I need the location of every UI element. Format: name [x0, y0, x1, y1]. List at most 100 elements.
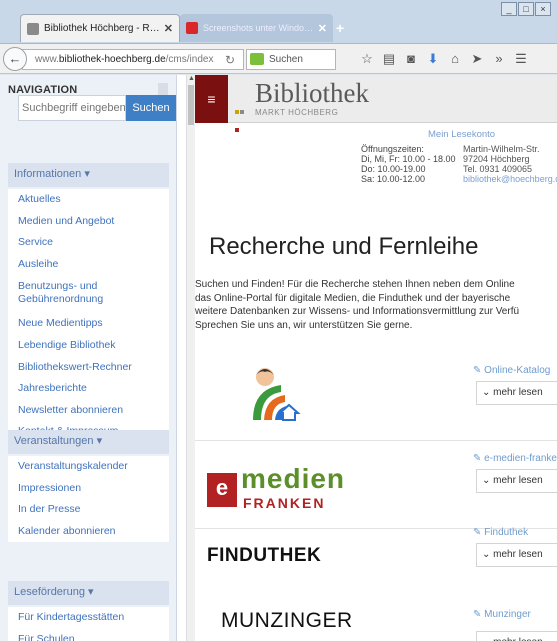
- back-button[interactable]: ←: [3, 47, 27, 71]
- main-content: ≡ Bibliothek MARKT HÖCHBERG Mein Lesekon…: [195, 75, 557, 641]
- emedien-link[interactable]: ✎ e-medien-franken: [473, 453, 557, 464]
- address-line: 97204 Höchberg: [463, 154, 530, 164]
- informationen-list: Aktuelles Medien und Angebot Service Aus…: [8, 189, 169, 443]
- munzinger-link[interactable]: ✎ Munzinger: [473, 609, 531, 620]
- hours-line: Di, Mi, Fr: 10.00 - 18.00: [361, 154, 456, 164]
- sidebar-navigation: NAVIGATION Suchen Informationen ▾ Aktuel…: [0, 75, 177, 641]
- maximize-button[interactable]: □: [518, 2, 534, 16]
- home-icon[interactable]: ⌂: [444, 51, 466, 67]
- browser-search-input[interactable]: Suchen: [246, 49, 336, 70]
- logo-title[interactable]: Bibliothek: [255, 78, 369, 109]
- mehr-lesen-button[interactable]: ⌄ mehr lesen: [476, 381, 557, 405]
- sidebar-item-medientipps[interactable]: Neue Medientipps: [8, 313, 169, 335]
- tab-screenshots[interactable]: Screenshots unter Windows 7 ✕: [180, 14, 333, 42]
- finduthek-logo: FINDUTHEK: [207, 545, 322, 566]
- browser-search-placeholder: Suchen: [269, 54, 303, 65]
- finduthek-link[interactable]: ✎ Finduthek: [473, 527, 528, 538]
- sidebar-item-aktuelles[interactable]: Aktuelles: [8, 189, 169, 211]
- sidebar-item-bibliothekswert-rechner[interactable]: Bibliothekswert-Rechner: [8, 357, 169, 379]
- window-controls: _ □ ×: [500, 2, 551, 16]
- menu-icon[interactable]: ☰: [510, 51, 532, 67]
- address-bar[interactable]: www.bibliothek-hoechberg.de/cms/index: [22, 49, 244, 70]
- sidebar-item-benutzungsordnung[interactable]: Benutzungs- und Gebührenordnung: [8, 275, 169, 313]
- search-engine-icon: [250, 53, 264, 65]
- sidebar-search: Suchen: [8, 95, 176, 121]
- sidebar-search-button[interactable]: Suchen: [126, 95, 176, 121]
- star-icon[interactable]: ☆: [356, 51, 378, 67]
- intro-line: das Online-Portal für digitale Medien, d…: [195, 292, 511, 304]
- hamburger-icon: ≡: [207, 91, 216, 107]
- reload-icon[interactable]: ↻: [225, 53, 235, 67]
- sidebar-item-lebendige-bibliothek[interactable]: Lebendige Bibliothek: [8, 335, 169, 357]
- entry-online-katalog: ✎ Online-Katalog ⌄ mehr lesen: [195, 365, 557, 450]
- entry-finduthek: FINDUTHEK ✎ Finduthek ⌄ mehr lesen: [195, 523, 557, 603]
- library-favicon-icon: [27, 22, 39, 35]
- address-line: Tel. 0931 409065: [463, 164, 533, 174]
- emedien-label: e-medien-franken: [484, 453, 557, 464]
- sidebar-search-input[interactable]: [18, 95, 126, 121]
- url-path: /cms/index: [165, 54, 214, 65]
- link-icon: ✎: [473, 453, 485, 464]
- minimize-button[interactable]: _: [501, 2, 517, 16]
- page-scrollbar[interactable]: ▲: [186, 75, 195, 641]
- sidebar-item-schulen[interactable]: Für Schulen: [8, 629, 169, 641]
- link-icon: ✎: [473, 527, 485, 538]
- close-window-button[interactable]: ×: [535, 2, 551, 16]
- address-block: Martin-Wilhelm-Str. 97204 Höchberg Tel. …: [463, 144, 557, 184]
- opac-logo-icon: [253, 368, 301, 421]
- browser-toolbar: www.bibliothek-hoechberg.de/cms/index ← …: [0, 44, 557, 74]
- hours-line: Sa: 10.00-12.00: [361, 174, 426, 184]
- online-katalog-label: Online-Katalog: [484, 365, 551, 376]
- tab-close-icon[interactable]: ✕: [164, 22, 173, 35]
- account-link[interactable]: Mein Lesekonto: [428, 129, 495, 140]
- sidebar-item-impressionen[interactable]: Impressionen: [8, 478, 169, 500]
- mehr-lesen-button[interactable]: ⌄ mehr lesen: [476, 469, 557, 493]
- email-link[interactable]: bibliothek@hoechberg.de: [463, 174, 557, 184]
- page-title: Recherche und Fernleihe: [209, 233, 479, 260]
- sidebar-item-kindertagesstaetten[interactable]: Für Kindertagesstätten: [8, 607, 169, 629]
- munzinger-label: Munzinger: [484, 609, 531, 620]
- online-katalog-link[interactable]: ✎ Online-Katalog: [473, 365, 550, 376]
- reader-icon[interactable]: ▤: [378, 51, 400, 67]
- sidebar-item-jahresberichte[interactable]: Jahresberichte: [8, 378, 169, 400]
- hamburger-menu-button[interactable]: ≡: [195, 75, 228, 123]
- download-icon[interactable]: ⬇: [422, 51, 444, 67]
- mehr-lesen-button[interactable]: ⌄ mehr lesen: [476, 543, 557, 567]
- section-informationen[interactable]: Informationen ▾: [8, 163, 169, 187]
- url-prefix: www.: [35, 54, 59, 65]
- sidebar-item-service[interactable]: Service: [8, 232, 169, 254]
- site-header: ≡ Bibliothek MARKT HÖCHBERG: [195, 75, 557, 132]
- url-domain: bibliothek-hoechberg.de: [58, 54, 166, 65]
- sidebar-item-kalender-abonnieren[interactable]: Kalender abonnieren: [8, 521, 169, 543]
- sidebar-item-ausleihe[interactable]: Ausleihe: [8, 254, 169, 276]
- pocket-icon[interactable]: ◙: [400, 51, 422, 67]
- browser-tab-bar: Bibliothek Höchberg - Recherc... ✕ Scree…: [0, 0, 557, 44]
- lesefoerderung-list: Für Kindertagesstätten Für Schulen: [8, 607, 169, 641]
- sidebar-item-veranstaltungskalender[interactable]: Veranstaltungskalender: [8, 456, 169, 478]
- emedien-logo-text: medien: [241, 463, 346, 494]
- sidebar-item-newsletter[interactable]: Newsletter abonnieren: [8, 400, 169, 422]
- tab-label: Bibliothek Höchberg - Recherc...: [44, 23, 160, 34]
- overflow-icon[interactable]: »: [488, 51, 510, 67]
- new-tab-button[interactable]: +: [336, 20, 344, 36]
- link-icon: ✎: [473, 365, 485, 376]
- web-page: NAVIGATION Suchen Informationen ▾ Aktuel…: [0, 75, 557, 641]
- tab-bibliothek[interactable]: Bibliothek Höchberg - Recherc... ✕: [20, 14, 180, 42]
- intro-line: Sprechen Sie uns an, wir unterstützen Si…: [195, 319, 413, 331]
- sidebar-item-medien[interactable]: Medien und Angebot: [8, 211, 169, 233]
- scrollbar-thumb[interactable]: [188, 85, 194, 125]
- mehr-lesen-button[interactable]: ⌄ mehr lesen: [476, 631, 557, 641]
- send-icon[interactable]: ➤: [466, 51, 488, 67]
- toolbar-icons: ☆ ▤ ◙ ⬇ ⌂ ➤ » ☰: [356, 51, 532, 67]
- logo-subtitle: MARKT HÖCHBERG: [255, 108, 339, 117]
- emedien-logo-icon: e: [207, 473, 237, 507]
- section-lesefoerderung[interactable]: Leseförderung ▾: [8, 581, 169, 605]
- back-arrow-icon: ←: [8, 51, 22, 66]
- munzinger-dots-icon: [223, 635, 323, 641]
- finduthek-label: Finduthek: [484, 527, 529, 538]
- tab-close-icon[interactable]: ✕: [318, 22, 327, 35]
- link-icon: ✎: [473, 609, 485, 620]
- section-veranstaltungen[interactable]: Veranstaltungen ▾: [8, 430, 169, 454]
- sidebar-item-presse[interactable]: In der Presse: [8, 499, 169, 521]
- intro-line: Suchen und Finden! Für die Recherche ste…: [195, 279, 515, 290]
